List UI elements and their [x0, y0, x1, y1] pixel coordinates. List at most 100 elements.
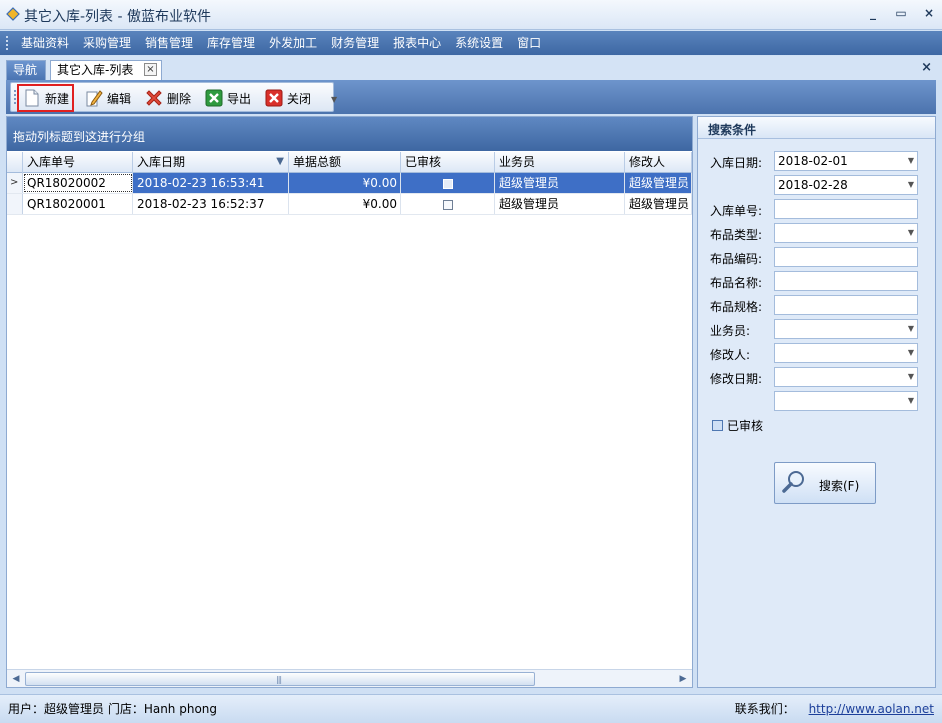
tab-close-icon[interactable]: × — [144, 63, 157, 76]
inbound-no-label: 入库单号: — [710, 204, 763, 218]
edit-button[interactable]: 编辑 — [81, 86, 134, 110]
export-button[interactable]: 导出 — [201, 86, 254, 110]
edit-pencil-icon — [86, 90, 103, 107]
new-button[interactable]: 新建 — [17, 84, 75, 112]
fabric-name-input[interactable] — [774, 271, 918, 291]
toolbar-overflow-chevron-icon[interactable]: ▼ — [331, 95, 337, 104]
website-link[interactable]: http://www.aolan.net — [809, 702, 934, 716]
cell-salesman[interactable]: 超级管理员 — [495, 173, 625, 193]
close-all-tabs-icon[interactable]: × — [921, 60, 932, 75]
cell-salesman[interactable]: 超级管理员 — [495, 194, 625, 214]
date-from-value: 2018-02-01 — [778, 154, 848, 168]
header-inbound-date-label: 入库日期 — [137, 155, 186, 169]
horizontal-scrollbar[interactable]: ◀ ||| ▶ — [7, 669, 692, 687]
salesman-label: 业务员: — [710, 324, 751, 338]
cell-approved[interactable] — [401, 194, 495, 214]
contact-label: 联系我们： — [734, 702, 795, 716]
date-to-picker[interactable]: 2018-02-28 ▼ — [774, 175, 918, 195]
cell-modifier[interactable]: 超级管理员 — [625, 194, 692, 214]
approved-checkbox[interactable] — [442, 199, 453, 210]
header-modifier[interactable]: 修改人 — [625, 152, 692, 173]
modify-date-from-picker[interactable]: ▼ — [774, 367, 918, 387]
header-approved[interactable]: 已审核 — [401, 152, 495, 173]
header-inbound-date[interactable]: 入库日期 ▼ — [133, 152, 289, 173]
cell-inbound-no[interactable]: QR18020001 — [23, 194, 133, 214]
toolbar-grip[interactable] — [14, 90, 16, 104]
chevron-down-icon[interactable]: ▼ — [908, 344, 914, 362]
cell-inbound-no[interactable]: QR18020002 — [23, 173, 133, 193]
cell-inbound-date[interactable]: 2018-02-23 16:52:37 — [133, 194, 289, 214]
menu-outsourcing[interactable]: 外发加工 — [262, 31, 324, 55]
minimize-button[interactable]: _ — [866, 6, 880, 20]
header-inbound-no[interactable]: 入库单号 — [23, 152, 133, 173]
scrollbar-thumb[interactable]: ||| — [25, 672, 535, 686]
menu-window[interactable]: 窗口 — [510, 31, 548, 55]
modifier-label: 修改人: — [710, 348, 751, 362]
menu-inventory[interactable]: 库存管理 — [200, 31, 262, 55]
delete-button-label: 删除 — [167, 91, 192, 106]
modifier-select[interactable]: ▼ — [774, 343, 918, 363]
salesman-select[interactable]: ▼ — [774, 319, 918, 339]
fabric-code-input[interactable] — [774, 247, 918, 267]
document-tab-strip: 导航 其它入库-列表 — [0, 56, 942, 80]
cell-total-amount[interactable]: ¥0.00 — [289, 173, 401, 193]
search-button[interactable]: 搜索(F) — [774, 462, 876, 504]
menu-purchase[interactable]: 采购管理 — [76, 31, 138, 55]
search-panel-title: 搜索条件 — [698, 117, 935, 139]
approved-filter-checkbox[interactable] — [712, 420, 723, 431]
table-row[interactable]: QR18020001 2018-02-23 16:52:37 ¥0.00 超级管… — [7, 194, 692, 215]
fabric-type-select[interactable]: ▼ — [774, 223, 918, 243]
header-salesman[interactable]: 业务员 — [495, 152, 625, 173]
header-indicator — [7, 152, 23, 173]
chevron-down-icon[interactable]: ▼ — [908, 368, 914, 386]
close-button[interactable]: 关闭 — [261, 86, 314, 110]
menu-grip[interactable] — [6, 36, 9, 50]
chevron-down-icon[interactable]: ▼ — [908, 224, 914, 242]
user-store-info: 用户：超级管理员 门店：Hanh phong — [8, 702, 218, 716]
search-panel: 搜索条件 入库日期: 2018-02-01 ▼ 2018-02-28 ▼ 入库单… — [697, 116, 936, 688]
fabric-name-label: 布品名称: — [710, 276, 763, 290]
edit-button-label: 编辑 — [107, 91, 132, 106]
scroll-left-arrow-icon[interactable]: ◀ — [9, 672, 23, 686]
delete-button[interactable]: 删除 — [141, 86, 194, 110]
menu-bar: 基础资料 采购管理 销售管理 库存管理 外发加工 财务管理 报表中心 系统设置 … — [0, 31, 942, 55]
header-total-amount[interactable]: 单据总额 — [289, 152, 401, 173]
grid-body: > QR18020002 2018-02-23 16:53:41 ¥0.00 超… — [7, 173, 692, 215]
approved-checkbox[interactable] — [442, 178, 453, 189]
group-by-panel[interactable]: 拖动列标题到这进行分组 — [7, 117, 692, 151]
restore-button[interactable]: ▭ — [894, 6, 908, 20]
cell-total-amount[interactable]: ¥0.00 — [289, 194, 401, 214]
cell-modifier[interactable]: 超级管理员 — [625, 173, 692, 193]
fabric-spec-input[interactable] — [774, 295, 918, 315]
cell-approved[interactable] — [401, 173, 495, 193]
new-document-icon — [25, 89, 39, 107]
search-button-label: 搜索(F) — [819, 479, 860, 493]
chevron-down-icon[interactable]: ▼ — [908, 152, 914, 170]
title-bar: 其它入库-列表 - 傲蓝布业软件 _ ▭ × — [0, 0, 942, 30]
inbound-no-input[interactable] — [774, 199, 918, 219]
row-indicator-icon: > — [7, 173, 23, 193]
modify-date-to-picker[interactable]: ▼ — [774, 391, 918, 411]
menu-reports[interactable]: 报表中心 — [386, 31, 448, 55]
table-row[interactable]: > QR18020002 2018-02-23 16:53:41 ¥0.00 超… — [7, 173, 692, 194]
row-indicator — [7, 194, 23, 214]
close-window-button[interactable]: × — [922, 6, 936, 20]
date-to-value: 2018-02-28 — [778, 178, 848, 192]
approved-filter[interactable]: 已审核 — [712, 417, 763, 434]
chevron-down-icon[interactable]: ▼ — [908, 392, 914, 410]
tab-navigation[interactable]: 导航 — [6, 60, 46, 80]
chevron-down-icon[interactable]: ▼ — [908, 320, 914, 338]
scroll-right-arrow-icon[interactable]: ▶ — [676, 672, 690, 686]
grid-panel: 拖动列标题到这进行分组 入库单号 入库日期 ▼ 单据总额 已审核 业务员 修改人… — [6, 116, 693, 688]
menu-settings[interactable]: 系统设置 — [448, 31, 510, 55]
fabric-code-label: 布品编码: — [710, 252, 763, 266]
menu-sales[interactable]: 销售管理 — [138, 31, 200, 55]
menu-basic-data[interactable]: 基础资料 — [14, 31, 76, 55]
menu-finance[interactable]: 财务管理 — [324, 31, 386, 55]
chevron-down-icon[interactable]: ▼ — [908, 176, 914, 194]
cell-inbound-date[interactable]: 2018-02-23 16:53:41 — [133, 173, 289, 193]
close-red-icon — [265, 89, 283, 107]
delete-x-icon — [146, 90, 162, 106]
inbound-date-label: 入库日期: — [710, 156, 763, 170]
date-from-picker[interactable]: 2018-02-01 ▼ — [774, 151, 918, 171]
